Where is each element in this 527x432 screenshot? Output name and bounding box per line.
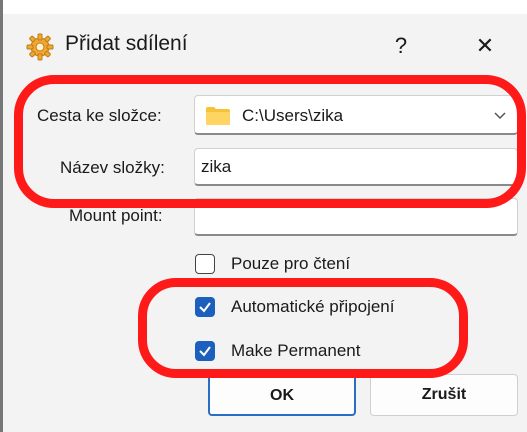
permanent-label: Make Permanent xyxy=(231,341,361,360)
close-button[interactable]: ✕ xyxy=(465,28,505,64)
folder-name-label: Název složky: xyxy=(60,158,165,177)
cancel-button[interactable]: Zrušit xyxy=(370,374,518,416)
automount-label: Automatické připojení xyxy=(231,297,395,316)
window-top-strip xyxy=(3,0,527,14)
readonly-checkbox[interactable] xyxy=(195,254,215,274)
help-button[interactable]: ? xyxy=(381,28,421,64)
folder-name-field[interactable]: zika xyxy=(194,148,518,186)
chevron-down-icon[interactable] xyxy=(493,108,507,122)
automount-checkbox[interactable] xyxy=(195,297,215,317)
checkmark-icon xyxy=(199,346,211,357)
folder-icon xyxy=(205,106,231,126)
folder-path-label: Cesta ke složce: xyxy=(37,106,162,125)
folder-path-combobox[interactable]: C:\Users\zika xyxy=(194,95,518,135)
folder-path-value: C:\Users\zika xyxy=(242,106,344,125)
ok-button[interactable]: OK xyxy=(208,374,356,416)
title-bar: Přidat sdílení ? ✕ xyxy=(3,14,527,66)
mount-point-field[interactable] xyxy=(194,198,518,236)
readonly-label: Pouze pro čtení xyxy=(231,254,351,273)
add-share-dialog: Přidat sdílení ? ✕ Cesta ke složce: C:\U… xyxy=(0,0,527,432)
dialog-title: Přidat sdílení xyxy=(65,32,188,55)
mount-point-label: Mount point: xyxy=(69,206,163,225)
app-gear-icon xyxy=(25,32,55,62)
checkmark-icon xyxy=(199,302,211,313)
permanent-checkbox[interactable] xyxy=(195,341,215,361)
